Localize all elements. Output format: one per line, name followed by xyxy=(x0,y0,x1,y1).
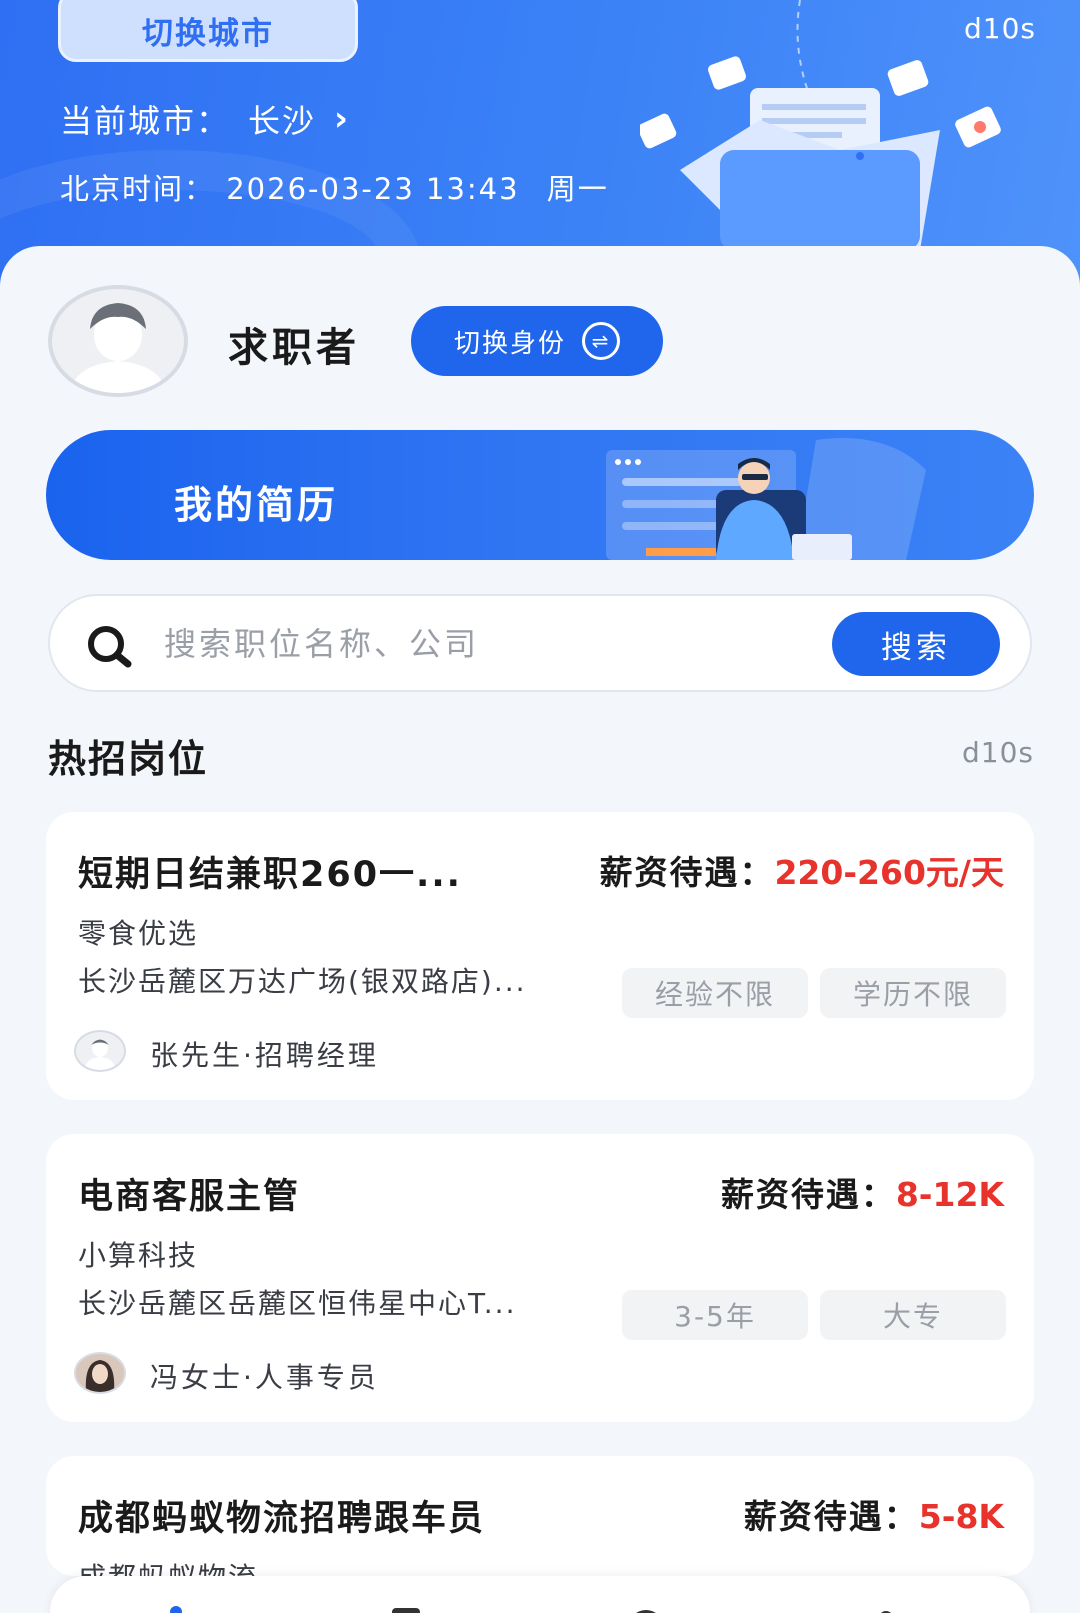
resume-illustration xyxy=(606,438,926,560)
salary-value: 8-12K xyxy=(895,1175,1004,1214)
salary-value: 220-260元/天 xyxy=(774,853,1004,892)
datetime-value: 2026-03-23 13:43 xyxy=(226,172,520,206)
company-name: 零食优选 xyxy=(78,917,199,950)
current-city-label: 当前城市： xyxy=(60,102,231,140)
recruiter-name: 冯女士·人事专员 xyxy=(150,1361,379,1394)
swap-icon: ⇌ xyxy=(582,322,620,360)
beijing-time: 北京时间： 2026-03-23 13:43 周一 xyxy=(60,166,609,208)
current-city-value: 长沙 xyxy=(248,102,317,140)
search-input[interactable] xyxy=(164,616,744,672)
job-card[interactable]: 成都蚂蚁物流招聘跟车员 薪资待遇：5-8K 成都蚂蚁物流 xyxy=(46,1456,1034,1576)
chevron-right-icon: › xyxy=(334,99,351,139)
job-salary: 薪资待遇：5-8K xyxy=(744,1490,1004,1538)
salary-value: 5-8K xyxy=(918,1497,1004,1536)
search-icon xyxy=(88,626,132,668)
my-resume-label: 我的简历 xyxy=(174,483,339,527)
role-title: 求职者 xyxy=(228,325,360,371)
education-tag: 学历不限 xyxy=(820,968,1006,1018)
recruiter-name: 张先生·招聘经理 xyxy=(150,1039,379,1072)
job-salary: 薪资待遇：8-12K xyxy=(721,1168,1004,1216)
salary-label: 薪资待遇： xyxy=(743,1497,919,1536)
hot-jobs-title: 热招岗位 xyxy=(48,737,209,781)
nav-profile-icon[interactable] xyxy=(856,1598,916,1613)
salary-label: 薪资待遇： xyxy=(599,853,775,892)
search-bar: 搜索 xyxy=(48,594,1032,692)
switch-identity-label: 切换身份 xyxy=(453,328,566,359)
salary-label: 薪资待遇： xyxy=(720,1175,896,1214)
nav-home-icon[interactable] xyxy=(146,1598,206,1613)
avatar-placeholder-icon xyxy=(84,1039,116,1070)
current-city[interactable]: 当前城市： 长沙 › xyxy=(60,96,350,142)
weekday-value: 周一 xyxy=(546,172,609,206)
recruiter-avatar xyxy=(74,1030,126,1072)
education-tag: 大专 xyxy=(820,1290,1006,1340)
job-card[interactable]: 电商客服主管 薪资待遇：8-12K 小算科技 长沙岳麓区岳麓区恒伟星中心T...… xyxy=(46,1134,1034,1422)
job-title: 短期日结兼职260一... xyxy=(78,855,462,895)
avatar-placeholder-icon xyxy=(70,303,166,393)
recruiter-avatar xyxy=(74,1352,126,1394)
experience-tag: 经验不限 xyxy=(622,968,808,1018)
my-resume-banner[interactable]: 我的简历 xyxy=(46,430,1034,560)
company-name: 小算科技 xyxy=(78,1239,199,1272)
job-title: 成都蚂蚁物流招聘跟车员 xyxy=(78,1499,486,1539)
job-title: 电商客服主管 xyxy=(78,1177,301,1217)
user-avatar[interactable] xyxy=(48,285,188,397)
recruiter-photo xyxy=(85,1360,115,1392)
company-name: 成都蚂蚁物流 xyxy=(78,1556,258,1576)
job-address: 长沙岳麓区万达广场(银双路店)... xyxy=(78,965,527,998)
header-code: d10s xyxy=(964,12,1036,45)
switch-city-button[interactable]: 切换城市 xyxy=(58,0,358,62)
bottom-tab-bar xyxy=(50,1576,1030,1613)
switch-identity-button[interactable]: 切换身份 ⇌ xyxy=(411,306,663,376)
hot-jobs-code: d10s xyxy=(962,736,1034,769)
search-button[interactable]: 搜索 xyxy=(832,612,1000,676)
nav-messages-icon[interactable] xyxy=(376,1598,436,1613)
experience-tag: 3-5年 xyxy=(622,1290,808,1340)
job-address: 长沙岳麓区岳麓区恒伟星中心T... xyxy=(78,1287,517,1320)
job-salary: 薪资待遇：220-260元/天 xyxy=(599,846,1004,894)
job-card[interactable]: 短期日结兼职260一... 薪资待遇：220-260元/天 零食优选 长沙岳麓区… xyxy=(46,812,1034,1100)
nav-chat-icon[interactable] xyxy=(616,1598,676,1613)
time-label: 北京时间： xyxy=(60,172,216,206)
